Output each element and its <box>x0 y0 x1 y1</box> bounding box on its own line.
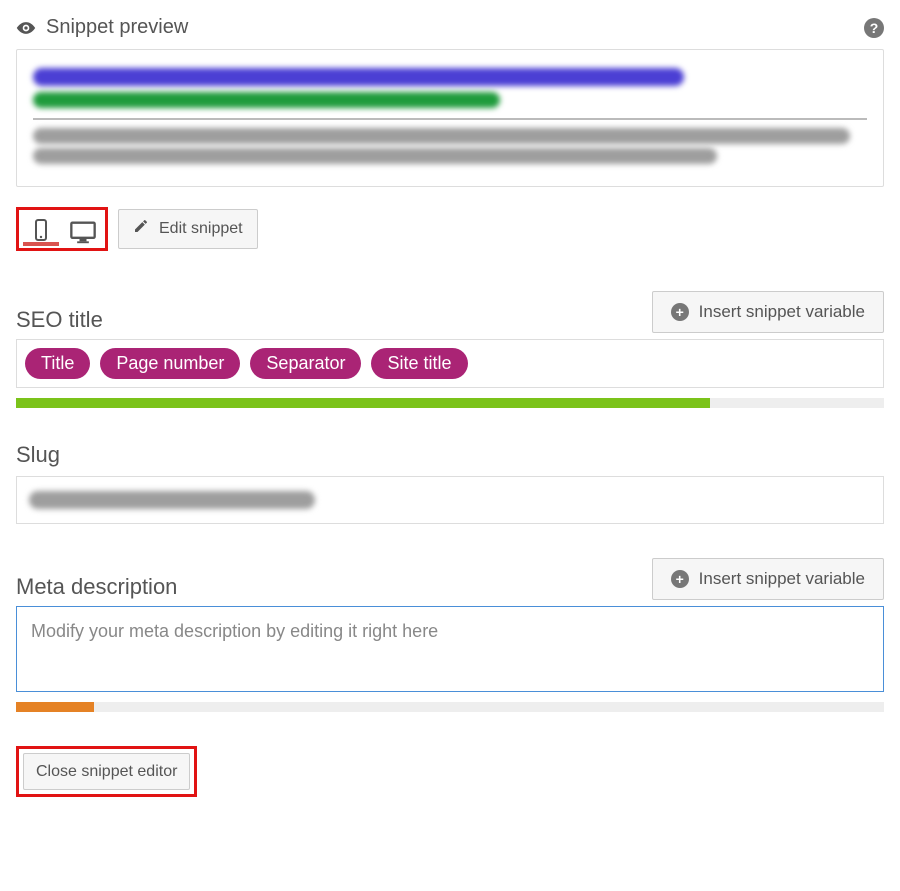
edit-snippet-button[interactable]: Edit snippet <box>118 209 258 248</box>
preview-toolbar: Edit snippet <box>16 207 884 251</box>
plus-circle-icon: + <box>671 303 689 321</box>
slug-label: Slug <box>16 442 884 468</box>
device-toggle-highlight <box>16 207 108 251</box>
close-snippet-highlight: Close snippet editor <box>16 746 197 797</box>
seo-title-progress <box>16 398 884 408</box>
snippet-preview-card <box>16 49 884 187</box>
meta-description-section: Meta description + Insert snippet variab… <box>16 558 884 712</box>
seo-token[interactable]: Title <box>25 348 90 379</box>
header-row: Snippet preview ? <box>16 16 884 39</box>
slug-value-blur <box>29 491 315 509</box>
seo-title-section: SEO title + Insert snippet variable Titl… <box>16 291 884 408</box>
slug-input[interactable] <box>16 476 884 524</box>
seo-title-label: SEO title <box>16 307 103 333</box>
help-icon[interactable]: ? <box>864 18 884 38</box>
meta-description-label: Meta description <box>16 574 177 600</box>
meta-description-progress <box>16 702 884 712</box>
plus-circle-icon: + <box>671 570 689 588</box>
close-snippet-editor-button[interactable]: Close snippet editor <box>23 753 190 790</box>
seo-title-input[interactable]: Title Page number Separator Site title <box>16 339 884 388</box>
seo-token[interactable]: Page number <box>100 348 240 379</box>
preview-desc-blur-2 <box>33 148 717 164</box>
preview-url-blur <box>33 92 500 108</box>
close-snippet-editor-label: Close snippet editor <box>36 762 177 781</box>
insert-variable-button-seo[interactable]: + Insert snippet variable <box>652 291 884 333</box>
meta-description-progress-fill <box>16 702 94 712</box>
edit-snippet-label: Edit snippet <box>159 219 243 238</box>
meta-description-input[interactable]: Modify your meta description by editing … <box>16 606 884 692</box>
mobile-preview-button[interactable] <box>23 212 59 246</box>
seo-token[interactable]: Separator <box>250 348 361 379</box>
insert-variable-label: Insert snippet variable <box>699 569 865 589</box>
desktop-preview-button[interactable] <box>65 212 101 246</box>
slug-section: Slug <box>16 442 884 524</box>
eye-icon <box>16 18 36 38</box>
seo-title-progress-fill <box>16 398 710 408</box>
page-title: Snippet preview <box>46 16 188 39</box>
preview-title-blur <box>33 68 684 86</box>
preview-separator <box>33 118 867 120</box>
seo-token[interactable]: Site title <box>371 348 467 379</box>
pencil-icon <box>133 218 149 239</box>
header-left: Snippet preview <box>16 16 188 39</box>
insert-variable-label: Insert snippet variable <box>699 302 865 322</box>
preview-desc-blur-1 <box>33 128 850 144</box>
insert-variable-button-meta[interactable]: + Insert snippet variable <box>652 558 884 600</box>
